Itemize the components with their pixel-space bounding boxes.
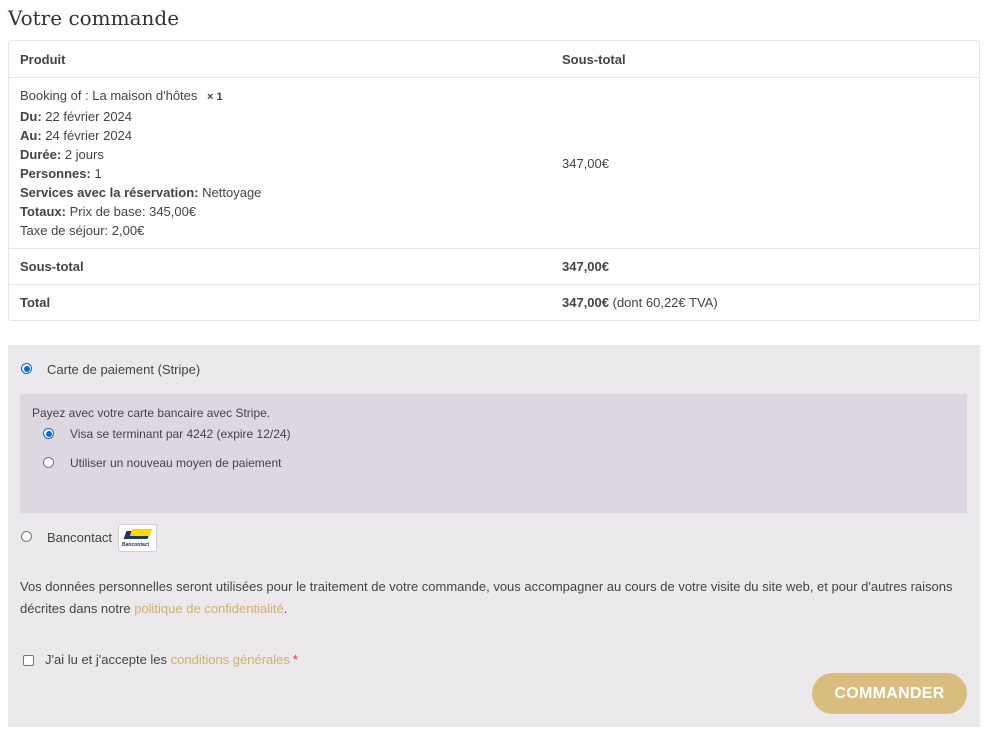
product-cell: Booking of : La maison d'hôtes × 1 Du: 2… xyxy=(9,77,551,248)
bancontact-label[interactable]: Bancontact xyxy=(47,530,112,545)
stripe-payment-box: Payez avec votre carte bancaire avec Str… xyxy=(20,394,967,513)
privacy-policy-link[interactable]: politique de confidentialité xyxy=(134,601,284,616)
product-column-header: Produit xyxy=(20,51,66,67)
terms-label[interactable]: J'ai lu et j'accepte les conditions géné… xyxy=(45,652,298,667)
bancontact-logo: Bancontact xyxy=(118,524,157,552)
place-order-button[interactable]: COMMANDER xyxy=(812,673,967,714)
bancontact-radio[interactable] xyxy=(21,531,32,542)
privacy-notice: Vos données personnelles seront utilisée… xyxy=(20,579,953,616)
payment-section: Carte de paiement (Stripe) Payez avec vo… xyxy=(8,345,980,727)
new-payment-method-radio[interactable] xyxy=(43,457,54,468)
booking-totals: Totaux: Prix de base: 345,00€ xyxy=(20,204,197,219)
terms-checkbox[interactable] xyxy=(23,655,34,666)
subtotal-column-header: Sous-total xyxy=(562,51,626,67)
booking-name: La maison d'hôtes xyxy=(92,88,198,103)
terms-link[interactable]: conditions générales xyxy=(171,652,290,667)
bancontact-logo-mark xyxy=(129,529,153,536)
booking-tax: Taxe de séjour: 2,00€ xyxy=(20,223,145,238)
subtotal-value: 347,00€ xyxy=(551,248,979,284)
total-cell: 347,00€ (dont 60,22€ TVA) xyxy=(551,284,979,320)
total-tax-note: (dont 60,22€ TVA) xyxy=(612,295,718,310)
stripe-description: Payez avec votre carte bancaire avec Str… xyxy=(32,406,271,420)
subtotal-label: Sous-total xyxy=(9,248,551,284)
product-quantity: × 1 xyxy=(207,91,223,103)
stripe-payment-radio[interactable] xyxy=(21,363,32,374)
booking-persons: Personnes: 1 xyxy=(20,166,102,181)
new-payment-method-label[interactable]: Utiliser un nouveau moyen de paiement xyxy=(70,456,281,470)
required-marker: * xyxy=(292,652,298,667)
subtotal-row: Sous-total 347,00€ xyxy=(9,248,979,284)
booking-to: Au: 24 février 2024 xyxy=(20,128,133,143)
saved-card-radio[interactable] xyxy=(43,428,54,439)
product-price: 347,00€ xyxy=(551,77,979,248)
booking-services: Services avec la réservation: Nettoyage xyxy=(20,185,262,200)
total-row: Total 347,00€ (dont 60,22€ TVA) xyxy=(9,284,979,320)
order-title: Votre commande xyxy=(8,6,180,30)
bancontact-logo-text: Bancontact xyxy=(122,542,150,548)
booking-line: Booking of : La maison d'hôtes × 1 xyxy=(20,88,223,103)
table-header-row: Produit Sous-total xyxy=(9,41,979,77)
saved-card-label[interactable]: Visa se terminant par 4242 (expire 12/24… xyxy=(70,427,291,441)
total-label: Total xyxy=(9,284,551,320)
stripe-payment-label[interactable]: Carte de paiement (Stripe) xyxy=(47,362,200,377)
total-value: 347,00€ xyxy=(562,295,609,310)
order-review-table: Produit Sous-total Booking of : La maiso… xyxy=(8,40,980,321)
booking-duration: Durée: 2 jours xyxy=(20,147,104,162)
booking-from: Du: 22 février 2024 xyxy=(20,109,133,124)
table-row: Booking of : La maison d'hôtes × 1 Du: 2… xyxy=(9,77,979,248)
